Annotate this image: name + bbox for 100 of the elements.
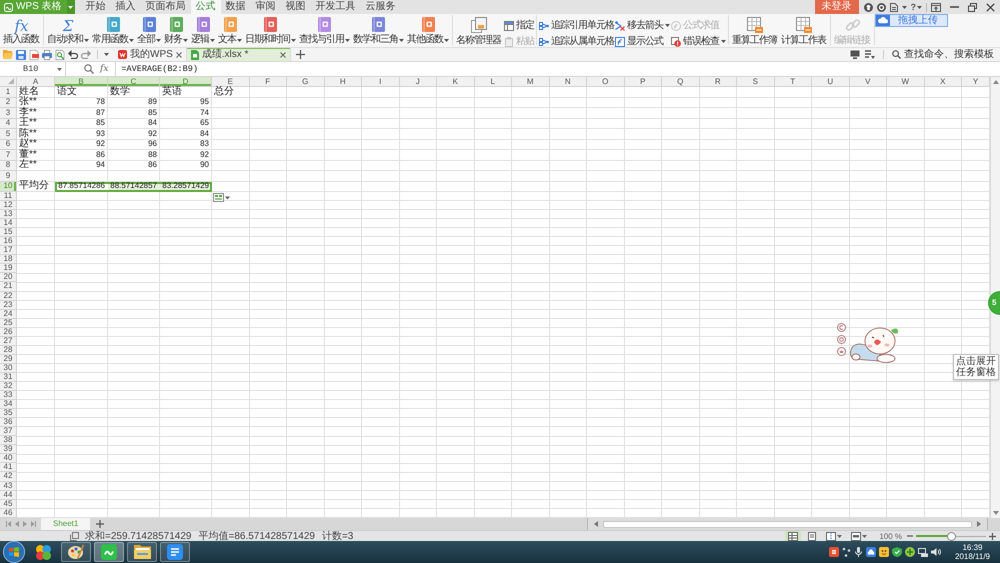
taskbar-button[interactable] bbox=[61, 542, 91, 562]
document-tab[interactable]: 我的WPS bbox=[114, 48, 187, 61]
row-header[interactable]: 37 bbox=[0, 427, 17, 436]
document-icon[interactable] bbox=[890, 2, 898, 12]
row-header[interactable]: 11 bbox=[0, 192, 17, 202]
minus-icon[interactable] bbox=[907, 535, 913, 537]
cloud-icon[interactable] bbox=[866, 547, 876, 557]
list-icon[interactable] bbox=[865, 50, 875, 59]
help-button[interactable]: ? bbox=[910, 2, 922, 12]
row-header[interactable]: 9 bbox=[0, 171, 17, 182]
row-header[interactable]: 16 bbox=[0, 237, 17, 246]
ribbon-button[interactable]: 文本 bbox=[217, 17, 243, 45]
ribbon-tab[interactable]: 数据 bbox=[220, 0, 251, 14]
caret-icon[interactable] bbox=[104, 53, 109, 56]
plus-circle-icon[interactable] bbox=[905, 547, 915, 557]
ribbon-button[interactable]: 数学和三角 bbox=[352, 17, 405, 45]
row-header[interactable]: 36 bbox=[0, 418, 17, 428]
ribbon-button[interactable]: 追踪引用单元格 bbox=[539, 20, 614, 31]
ribbon-button[interactable]: Σ 自动求和 bbox=[46, 17, 90, 45]
search-field[interactable]: 查找命令、搜索模板 bbox=[892, 48, 996, 60]
up-arrow-icon[interactable] bbox=[992, 80, 998, 84]
row-header[interactable]: 42 bbox=[0, 472, 17, 482]
screen-icon[interactable] bbox=[850, 50, 860, 59]
column-header[interactable]: F bbox=[250, 77, 287, 87]
row-header[interactable]: 33 bbox=[0, 391, 17, 400]
row-header[interactable]: 2 bbox=[0, 98, 17, 108]
ribbon-button[interactable]: 追踪从属单元格 bbox=[539, 36, 614, 47]
ribbon-button[interactable]: 计算工作表 bbox=[780, 17, 828, 46]
start-orb-icon[interactable] bbox=[3, 541, 25, 563]
row-header[interactable]: 4 bbox=[0, 118, 17, 129]
settings-icon[interactable] bbox=[876, 2, 886, 12]
ribbon-button[interactable]: 其他函数 bbox=[406, 17, 450, 45]
print-icon[interactable] bbox=[42, 50, 52, 60]
view-button[interactable] bbox=[785, 531, 802, 541]
row-header[interactable]: 14 bbox=[0, 219, 17, 228]
preview-icon[interactable] bbox=[55, 50, 65, 60]
close-icon[interactable] bbox=[280, 52, 286, 58]
ribbon-button[interactable]: 全部 bbox=[136, 17, 162, 45]
ribbon-tab[interactable]: 视图 bbox=[280, 0, 311, 14]
column-header[interactable]: Q bbox=[662, 77, 700, 87]
ribbon-tab[interactable]: 云服务 bbox=[360, 0, 401, 14]
left-arrow-icon[interactable] bbox=[594, 521, 598, 527]
row-header[interactable]: 1 bbox=[0, 87, 17, 98]
ribbon-button[interactable]: 名称管理器 bbox=[455, 17, 503, 46]
ribbon-button[interactable]: 逻辑 bbox=[190, 17, 216, 45]
ribbon-tab[interactable]: 插入 bbox=[110, 0, 141, 14]
column-header[interactable]: L bbox=[474, 77, 512, 87]
ribbon-button[interactable]: 查找与引用 bbox=[298, 17, 351, 45]
ribbon-tab[interactable]: 公式 bbox=[190, 0, 221, 14]
column-header[interactable]: E bbox=[212, 77, 250, 87]
column-header[interactable]: W bbox=[887, 77, 924, 87]
row-header[interactable]: 3 bbox=[0, 108, 17, 118]
row-header[interactable]: 39 bbox=[0, 445, 17, 454]
close-icon[interactable] bbox=[176, 52, 182, 58]
plus-icon[interactable] bbox=[96, 520, 104, 528]
upload-button[interactable]: 拖拽上传 bbox=[875, 14, 948, 27]
ring-circle-icon[interactable] bbox=[837, 335, 846, 344]
column-header[interactable]: Y bbox=[962, 77, 990, 87]
column-header[interactable]: H bbox=[324, 77, 362, 87]
row-header[interactable]: 38 bbox=[0, 436, 17, 446]
monitor-icon[interactable] bbox=[918, 547, 928, 557]
ribbon-button[interactable]: 重算工作簿 bbox=[731, 17, 779, 46]
row-header[interactable]: 8 bbox=[0, 160, 17, 171]
column-header[interactable]: O bbox=[587, 77, 624, 87]
row-header[interactable]: 15 bbox=[0, 228, 17, 238]
column-header[interactable]: V bbox=[850, 77, 887, 87]
crown-circle-icon[interactable] bbox=[837, 347, 846, 356]
ribbon-button[interactable]: 常用函数 bbox=[91, 17, 135, 45]
microphone-icon[interactable] bbox=[854, 547, 863, 557]
ribbon-button[interactable]: 日期和时间 bbox=[244, 17, 297, 45]
column-header[interactable]: S bbox=[737, 77, 774, 87]
minimize-icon[interactable] bbox=[950, 6, 959, 8]
row-header[interactable]: 40 bbox=[0, 454, 17, 464]
search-icon[interactable] bbox=[84, 64, 94, 74]
restore-icon[interactable] bbox=[968, 2, 977, 12]
close-icon[interactable] bbox=[986, 2, 995, 12]
row-header[interactable]: 21 bbox=[0, 282, 17, 292]
formula-field[interactable]: =AVERAGE(B2:B9) bbox=[115, 62, 1000, 76]
shirt-icon[interactable] bbox=[864, 2, 872, 12]
shield-icon[interactable] bbox=[892, 547, 902, 557]
document-tab[interactable]: 成绩.xlsx * bbox=[186, 48, 291, 61]
ribbon-button[interactable]: 移去箭头 bbox=[615, 20, 670, 31]
row-header[interactable]: 19 bbox=[0, 264, 17, 274]
row-header[interactable]: 20 bbox=[0, 273, 17, 282]
row-header[interactable]: 13 bbox=[0, 210, 17, 220]
undo-icon[interactable] bbox=[68, 50, 78, 59]
ribbon-tab[interactable]: 审阅 bbox=[250, 0, 281, 14]
ribbon-tab[interactable]: 开发工具 bbox=[310, 0, 361, 14]
name-box[interactable]: B10 bbox=[0, 62, 66, 76]
taskbar-button[interactable] bbox=[160, 542, 190, 562]
upload-window-icon[interactable] bbox=[931, 2, 941, 12]
ribbon-button[interactable]: 错误检查 bbox=[671, 36, 726, 47]
horizontal-scrollbar[interactable] bbox=[587, 518, 988, 530]
ribbon-button[interactable]: 显示公式 bbox=[615, 36, 670, 47]
dots-icon[interactable] bbox=[842, 547, 851, 557]
column-header[interactable]: R bbox=[700, 77, 737, 87]
row-header[interactable]: 7 bbox=[0, 150, 17, 160]
input-method-icon[interactable] bbox=[829, 547, 839, 557]
column-header[interactable]: J bbox=[400, 77, 437, 87]
row-header[interactable]: 12 bbox=[0, 201, 17, 210]
